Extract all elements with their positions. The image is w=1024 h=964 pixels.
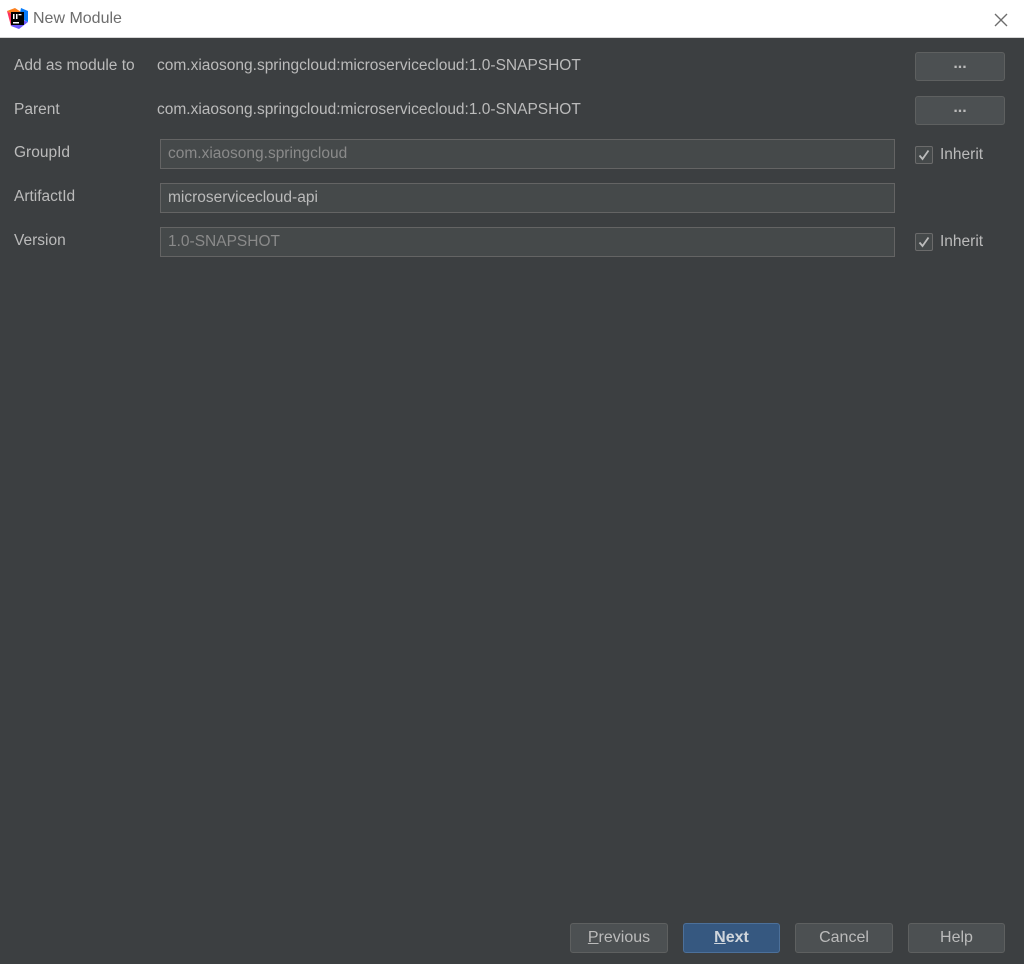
parent-browse-button[interactable]: ... (915, 96, 1005, 125)
parent-label: Parent (14, 101, 60, 118)
intellij-idea-icon (7, 8, 28, 29)
artifact-id-label: ArtifactId (14, 188, 76, 205)
version-label: Version (14, 232, 66, 249)
help-button[interactable]: Help (908, 923, 1005, 953)
group-id-inherit-checkbox[interactable] (915, 146, 933, 164)
parent-value: com.xiaosong.springcloud:microserviceclo… (157, 101, 581, 118)
add-as-module-to-value: com.xiaosong.springcloud:microserviceclo… (157, 57, 581, 74)
next-button[interactable]: Next (683, 923, 780, 953)
next-mnemonic: N (714, 929, 726, 946)
version-inherit-checkbox[interactable] (915, 233, 933, 251)
checkmark-icon (918, 236, 930, 248)
add-as-module-to-label: Add as module to (14, 57, 135, 74)
group-id-label: GroupId (14, 144, 71, 161)
next-label: ext (725, 929, 749, 946)
group-id-field[interactable]: com.xiaosong.springcloud (160, 139, 895, 169)
checkmark-icon (918, 149, 930, 161)
group-id-inherit-label[interactable]: Inherit (940, 146, 983, 164)
cancel-button[interactable]: Cancel (795, 923, 893, 953)
previous-label: revious (598, 929, 651, 946)
close-icon[interactable] (990, 9, 1012, 31)
add-as-module-to-browse-button[interactable]: ... (915, 52, 1005, 81)
window-title: New Module (33, 10, 122, 27)
version-field[interactable]: 1.0-SNAPSHOT (160, 227, 895, 257)
previous-button[interactable]: Previous (570, 923, 668, 953)
artifact-id-field[interactable]: microservicecloud-api (160, 183, 895, 213)
title-bar: New Module (0, 0, 1024, 38)
previous-mnemonic: P (587, 929, 599, 946)
version-inherit-label[interactable]: Inherit (940, 233, 983, 251)
